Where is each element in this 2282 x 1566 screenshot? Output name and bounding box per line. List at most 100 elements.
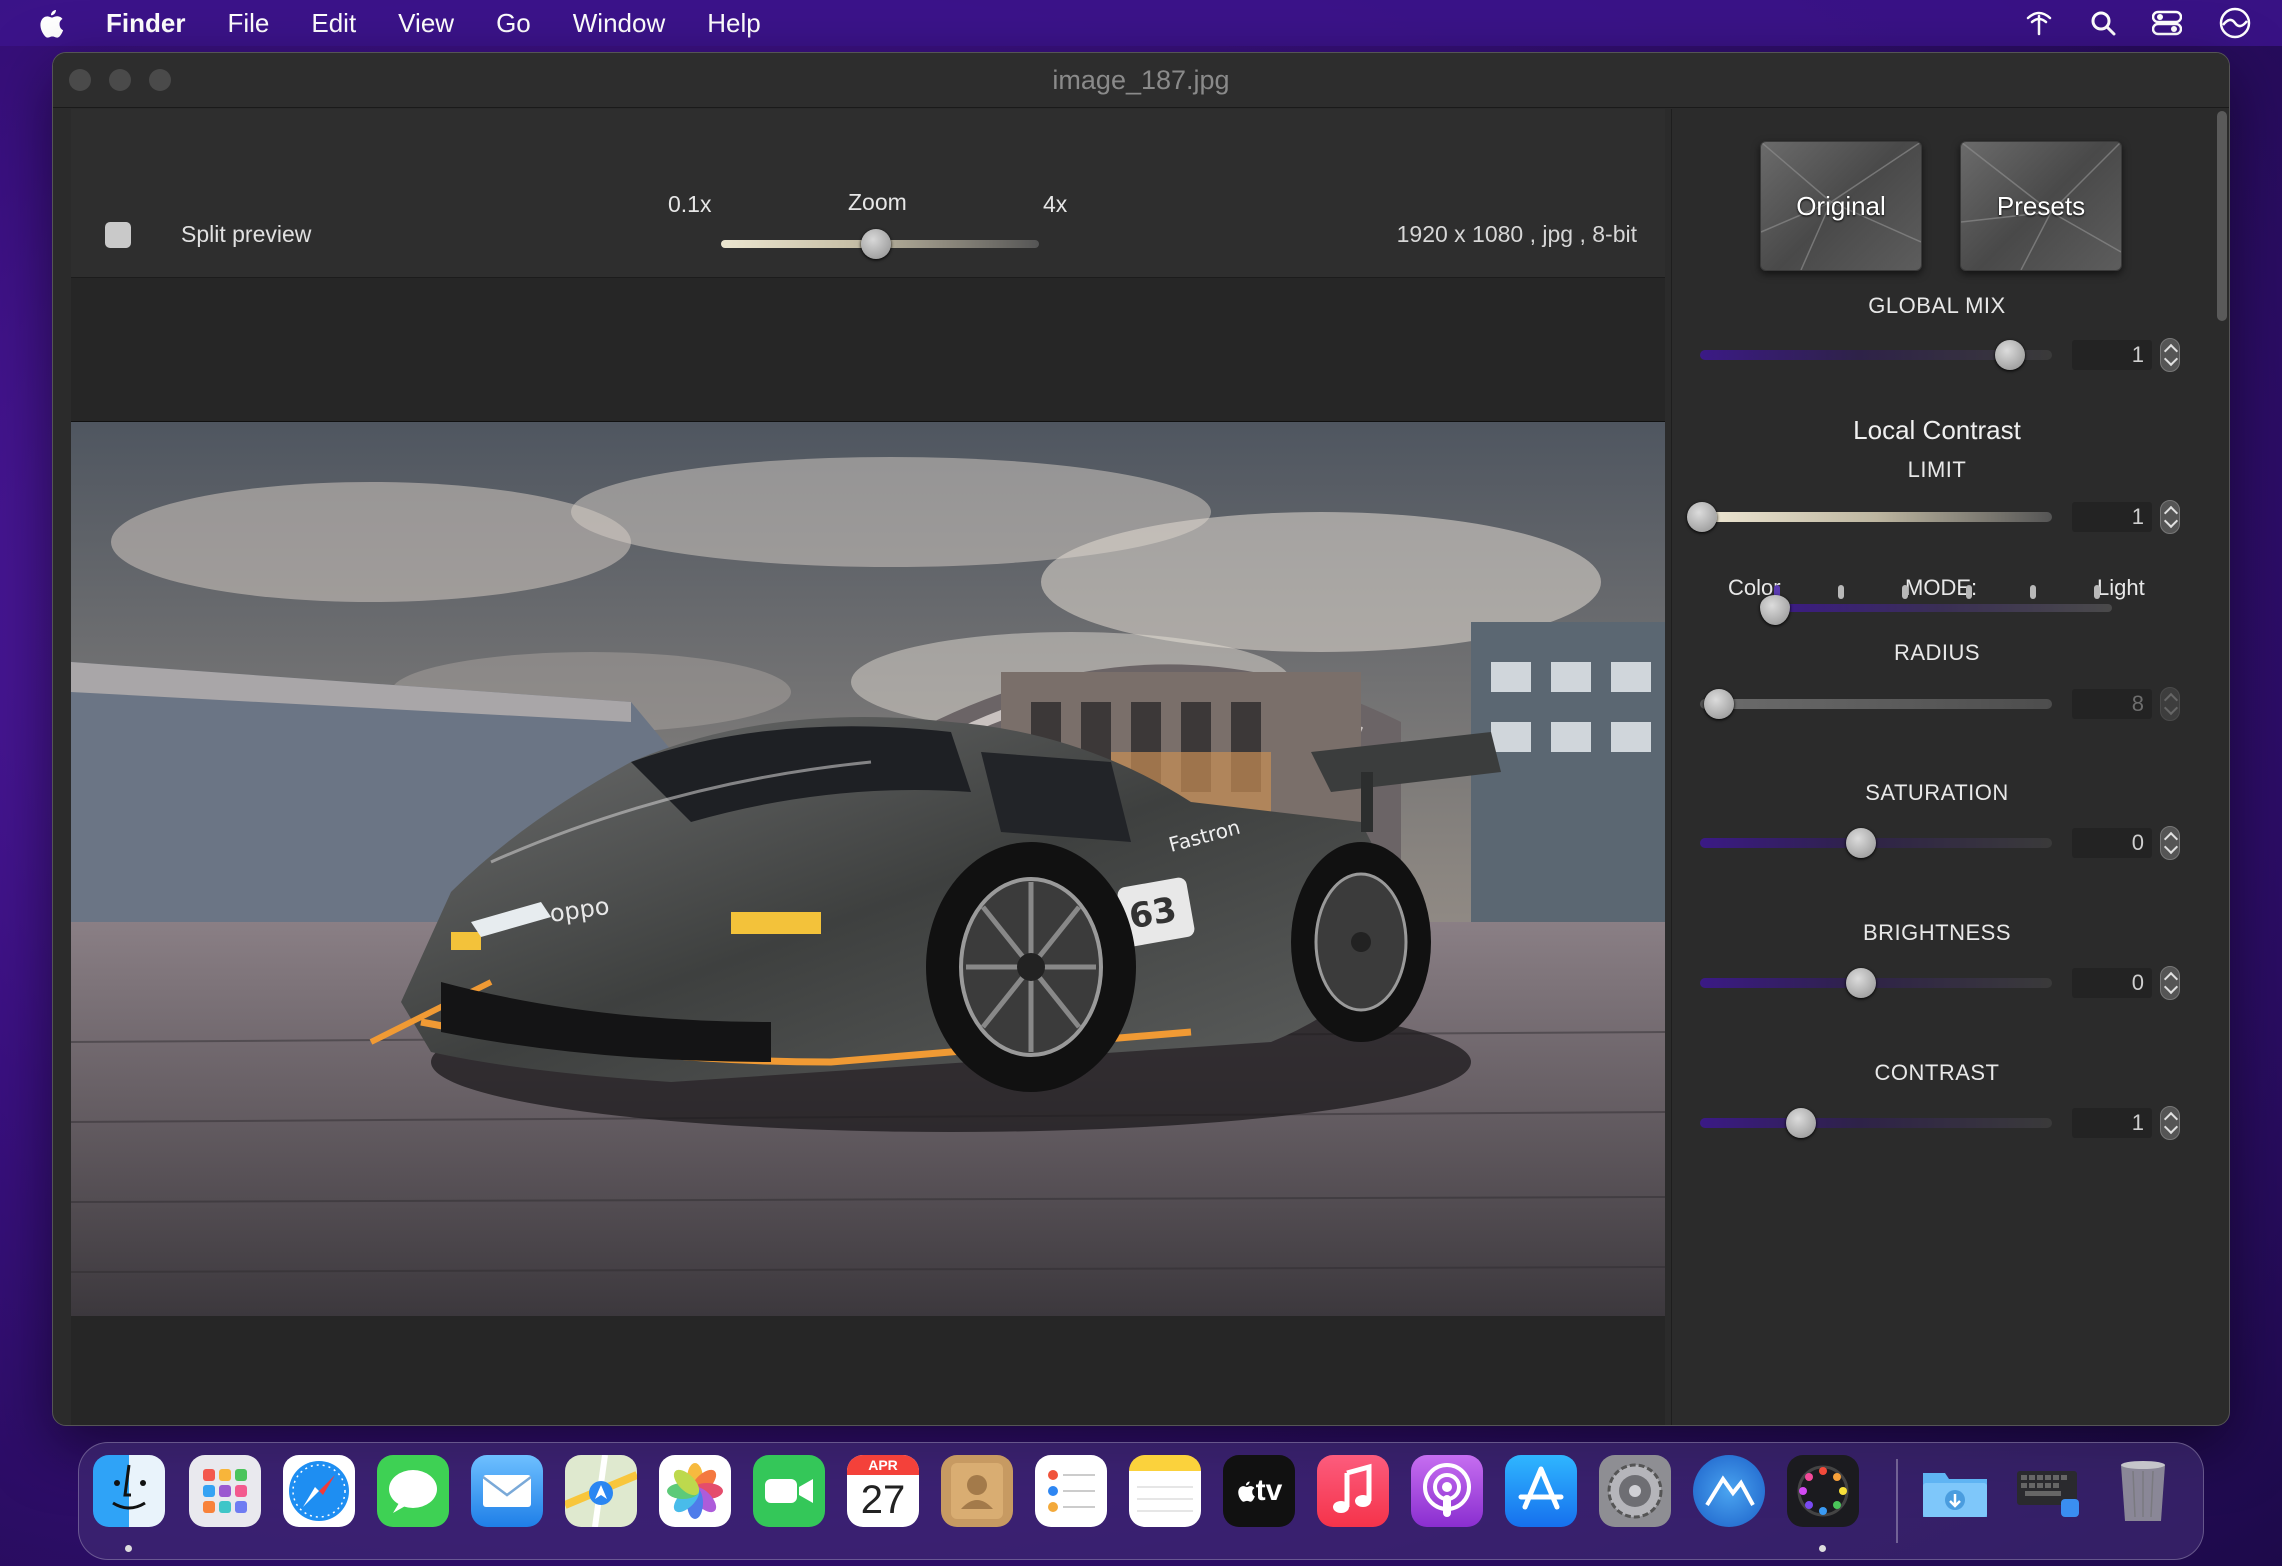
photos-icon[interactable] bbox=[659, 1455, 731, 1527]
mode-tick bbox=[2094, 585, 2100, 599]
limit-value-field[interactable]: 1 bbox=[2072, 502, 2152, 532]
control-center-icon[interactable] bbox=[2152, 10, 2182, 36]
search-icon[interactable] bbox=[2090, 10, 2116, 36]
global-mix-slider-knob[interactable] bbox=[1995, 340, 2025, 370]
dock: APR 27 tv bbox=[78, 1442, 2204, 1560]
radius-stepper[interactable] bbox=[2160, 687, 2180, 721]
keyboard-viewer-icon[interactable] bbox=[2013, 1455, 2085, 1527]
original-button-label: Original bbox=[1796, 190, 1886, 221]
limit-label: LIMIT bbox=[1907, 457, 1967, 482]
local-contrast-title: Local Contrast bbox=[1853, 415, 2021, 445]
reminders-icon[interactable] bbox=[1035, 1455, 1107, 1527]
app-store-icon[interactable] bbox=[1505, 1455, 1577, 1527]
presets-button[interactable]: Presets bbox=[1960, 141, 2122, 271]
saturation-value-field[interactable]: 0 bbox=[2072, 828, 2152, 858]
radius-slider-track[interactable] bbox=[1700, 699, 2052, 709]
contacts-icon[interactable] bbox=[941, 1455, 1013, 1527]
preview-image[interactable]: oppo 63 Fastron bbox=[71, 421, 1665, 1316]
brightness-stepper[interactable] bbox=[2160, 966, 2180, 1000]
brightness-value-field[interactable]: 0 bbox=[2072, 968, 2152, 998]
facetime-icon[interactable] bbox=[753, 1455, 825, 1527]
launchpad-icon[interactable] bbox=[189, 1455, 261, 1527]
global-mix-label: GLOBAL MIX bbox=[1868, 293, 2006, 318]
menu-window[interactable]: Window bbox=[573, 8, 665, 39]
mode-light-label: Light bbox=[2097, 575, 2145, 600]
music-icon[interactable] bbox=[1317, 1455, 1389, 1527]
panel-scrollbar[interactable] bbox=[2217, 111, 2227, 321]
calendar-day: 27 bbox=[860, 1478, 906, 1522]
zoom-max-label: 4x bbox=[1043, 191, 1068, 217]
contrast-label: CONTRAST bbox=[1874, 1060, 2000, 1085]
menu-go[interactable]: Go bbox=[496, 8, 531, 39]
messages-icon[interactable] bbox=[377, 1455, 449, 1527]
siri-icon[interactable] bbox=[2218, 6, 2252, 40]
zoom-slider-knob[interactable] bbox=[861, 229, 891, 259]
maps-icon[interactable] bbox=[565, 1455, 637, 1527]
limit-slider-track[interactable] bbox=[1700, 512, 2052, 522]
title-bar: image_187.jpg bbox=[53, 53, 2229, 108]
radius-label: RADIUS bbox=[1893, 640, 1981, 665]
running-indicator bbox=[1819, 1545, 1826, 1552]
split-preview-label: Split preview bbox=[181, 221, 312, 247]
mode-tick bbox=[1966, 585, 1972, 599]
window-title: image_187.jpg bbox=[1052, 65, 1230, 95]
mail-icon[interactable] bbox=[471, 1455, 543, 1527]
saturation-slider-knob[interactable] bbox=[1846, 828, 1876, 858]
menu-edit[interactable]: Edit bbox=[311, 8, 356, 39]
brightness-slider-knob[interactable] bbox=[1846, 968, 1876, 998]
contrast-value-field[interactable]: 1 bbox=[2072, 1108, 2152, 1138]
mode-tick bbox=[1838, 585, 1844, 599]
mode-tick bbox=[2030, 585, 2036, 599]
adjustments-panel: Original Presets GLOBAL MIX 1 Local Cont… bbox=[1671, 109, 2202, 1425]
saturation-label: SATURATION bbox=[1865, 780, 2009, 805]
finder-icon[interactable] bbox=[93, 1455, 165, 1527]
downloads-folder-icon[interactable] bbox=[1919, 1455, 1991, 1527]
calendar-icon[interactable]: APR 27 bbox=[847, 1455, 919, 1527]
wifi-icon[interactable] bbox=[2024, 10, 2054, 36]
limit-slider-knob[interactable] bbox=[1687, 502, 1717, 532]
running-indicator bbox=[125, 1545, 132, 1552]
saturation-slider-track[interactable] bbox=[1700, 838, 2052, 848]
apple-menu-icon[interactable] bbox=[36, 8, 66, 38]
app-window: image_187.jpg Split preview 0.1x Zoom 4x… bbox=[52, 52, 2230, 1426]
mode-slider-track[interactable] bbox=[1772, 604, 2112, 612]
mode-slider-knob[interactable] bbox=[1760, 595, 1790, 625]
contrast-stepper[interactable] bbox=[2160, 1106, 2180, 1140]
image-editor-icon[interactable] bbox=[1693, 1455, 1765, 1527]
zoom-min-label: 0.1x bbox=[668, 191, 712, 217]
saturation-stepper[interactable] bbox=[2160, 826, 2180, 860]
presets-button-label: Presets bbox=[1996, 190, 2086, 221]
limit-stepper[interactable] bbox=[2160, 500, 2180, 534]
notes-icon[interactable] bbox=[1129, 1455, 1201, 1527]
contrast-slider-knob[interactable] bbox=[1786, 1108, 1816, 1138]
apple-tv-label: tv bbox=[1255, 1474, 1283, 1507]
mode-tick bbox=[1902, 585, 1908, 599]
trash-icon[interactable] bbox=[2107, 1455, 2179, 1527]
radius-slider-knob[interactable] bbox=[1704, 689, 1734, 719]
split-preview-checkbox[interactable] bbox=[105, 222, 131, 248]
podcasts-icon[interactable] bbox=[1411, 1455, 1483, 1527]
system-preferences-icon[interactable] bbox=[1599, 1455, 1671, 1527]
contrast-slider-track[interactable] bbox=[1700, 1118, 2052, 1128]
zoom-label: Zoom bbox=[848, 189, 907, 215]
brightness-label: BRIGHTNESS bbox=[1862, 920, 2012, 945]
menu-app-name[interactable]: Finder bbox=[106, 8, 185, 39]
svg-text:63: 63 bbox=[1126, 890, 1180, 938]
safari-icon[interactable] bbox=[283, 1455, 355, 1527]
menu-file[interactable]: File bbox=[227, 8, 269, 39]
color-app-icon[interactable] bbox=[1787, 1455, 1859, 1527]
global-mix-stepper[interactable] bbox=[2160, 338, 2180, 372]
radius-value-field[interactable]: 8 bbox=[2072, 689, 2152, 719]
apple-tv-icon[interactable]: tv bbox=[1223, 1455, 1295, 1527]
global-mix-value-field[interactable]: 1 bbox=[2072, 340, 2152, 370]
original-button[interactable]: Original bbox=[1760, 141, 1922, 271]
preview-pane: Split preview 0.1x Zoom 4x 1920 x 1080 ,… bbox=[71, 109, 1665, 1425]
calendar-month: APR bbox=[847, 1455, 919, 1475]
menu-view[interactable]: View bbox=[398, 8, 454, 39]
brightness-slider-track[interactable] bbox=[1700, 978, 2052, 988]
dock-separator bbox=[1896, 1459, 1898, 1543]
preview-toolbar: Split preview 0.1x Zoom 4x 1920 x 1080 ,… bbox=[71, 109, 1665, 278]
menu-bar: Finder File Edit View Go Window Help bbox=[0, 0, 2282, 46]
menu-help[interactable]: Help bbox=[707, 8, 760, 39]
image-info: 1920 x 1080 , jpg , 8-bit bbox=[1396, 221, 1637, 247]
